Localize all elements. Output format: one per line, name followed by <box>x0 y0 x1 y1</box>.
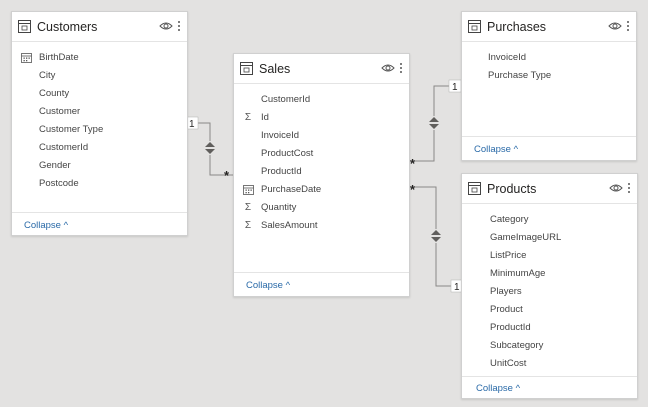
eye-icon[interactable] <box>381 62 395 74</box>
cardinality-many-purchases-sales: * <box>410 156 416 171</box>
collapse-bar: Collapse ^ <box>12 212 187 237</box>
field-label: Product <box>490 303 523 315</box>
table-title: Products <box>487 181 537 196</box>
purchases-table-header[interactable]: Purchases <box>462 12 636 42</box>
collapse-button[interactable]: Collapse ^ <box>246 280 290 291</box>
calendar-icon <box>20 51 32 63</box>
products-table-header[interactable]: Products <box>462 174 637 204</box>
field-label: Category <box>490 213 529 225</box>
field-postcode[interactable]: Postcode <box>39 175 79 191</box>
field-salesamount[interactable]: Σ SalesAmount <box>242 217 318 233</box>
table-icon <box>468 182 481 195</box>
more-options-icon[interactable] <box>627 182 631 194</box>
table-title: Purchases <box>487 19 547 34</box>
customers-table-card[interactable]: Customers BirthDate City County Customer… <box>11 11 188 236</box>
field-id[interactable]: Σ Id <box>242 109 269 125</box>
sigma-icon: Σ <box>244 219 252 231</box>
field-label: ListPrice <box>490 249 527 261</box>
collapse-button[interactable]: Collapse ^ <box>24 220 68 231</box>
table-icon <box>468 20 481 33</box>
field-label: GameImageURL <box>490 231 562 243</box>
field-label: BirthDate <box>39 51 79 63</box>
field-label: MinimumAge <box>490 267 546 279</box>
table-icon <box>240 62 253 75</box>
field-customerid[interactable]: CustomerId <box>261 91 310 107</box>
collapse-bar: Collapse ^ <box>234 272 409 298</box>
field-label: UnitCost <box>490 357 527 369</box>
field-label: InvoiceId <box>488 51 527 63</box>
field-label: SalesAmount <box>261 219 318 231</box>
field-invoiceid[interactable]: InvoiceId <box>488 49 526 65</box>
field-label: ProductId <box>490 321 531 333</box>
table-icon <box>18 20 31 33</box>
field-customer[interactable]: Customer <box>39 103 80 119</box>
field-label: Postcode <box>39 177 79 189</box>
field-label: CustomerId <box>261 93 311 105</box>
more-options-icon[interactable] <box>626 20 630 32</box>
table-title: Customers <box>37 19 98 34</box>
products-table-card[interactable]: Products Category GameImageURL ListPrice… <box>461 173 638 399</box>
field-unitcost[interactable]: UnitCost <box>490 355 526 371</box>
cardinality-many-products-sales: * <box>410 182 416 197</box>
field-productid[interactable]: ProductId <box>490 319 531 335</box>
field-label: PurchaseDate <box>261 183 322 195</box>
field-label: Id <box>261 111 269 123</box>
collapse-button[interactable]: Collapse ^ <box>476 383 520 394</box>
field-label: County <box>39 87 70 99</box>
cardinality-one-customers: 1 <box>189 119 195 130</box>
collapse-button[interactable]: Collapse ^ <box>474 144 518 155</box>
field-product[interactable]: Product <box>490 301 523 317</box>
eye-icon[interactable] <box>609 182 623 194</box>
field-label: Customer Type <box>39 123 104 135</box>
field-city[interactable]: City <box>39 67 55 83</box>
table-title: Sales <box>259 61 291 76</box>
field-label: Quantity <box>261 201 297 213</box>
field-gender[interactable]: Gender <box>39 157 71 173</box>
field-label: InvoiceId <box>261 129 300 141</box>
field-label: Purchase Type <box>488 69 552 81</box>
sigma-icon: Σ <box>244 111 252 123</box>
field-purchase-type[interactable]: Purchase Type <box>488 67 551 83</box>
collapse-bar: Collapse ^ <box>462 376 637 400</box>
more-options-icon[interactable] <box>399 62 403 74</box>
field-productcost[interactable]: ProductCost <box>261 145 313 161</box>
field-label: Players <box>490 285 522 297</box>
eye-icon[interactable] <box>159 20 173 32</box>
field-county[interactable]: County <box>39 85 69 101</box>
field-label: ProductCost <box>261 147 314 159</box>
field-invoiceid[interactable]: InvoiceId <box>261 127 299 143</box>
collapse-bar: Collapse ^ <box>462 136 636 162</box>
field-players[interactable]: Players <box>490 283 522 299</box>
sales-table-header[interactable]: Sales <box>234 54 409 84</box>
field-minimumage[interactable]: MinimumAge <box>490 265 545 281</box>
customers-table-header[interactable]: Customers <box>12 12 187 42</box>
field-label: CustomerId <box>39 141 89 153</box>
cardinality-one-purchases: 1 <box>452 82 458 93</box>
sales-table-card[interactable]: Sales CustomerId Σ Id InvoiceId ProductC… <box>233 53 410 297</box>
field-subcategory[interactable]: Subcategory <box>490 337 543 353</box>
field-quantity[interactable]: Σ Quantity <box>242 199 296 215</box>
more-options-icon[interactable] <box>177 20 181 32</box>
field-customerid[interactable]: CustomerId <box>39 139 88 155</box>
sigma-icon: Σ <box>244 201 252 213</box>
field-label: Gender <box>39 159 71 171</box>
field-gameimageurl[interactable]: GameImageURL <box>490 229 561 245</box>
field-label: City <box>39 69 56 81</box>
eye-icon[interactable] <box>608 20 622 32</box>
purchases-table-card[interactable]: Purchases InvoiceId Purchase Type Collap… <box>461 11 637 161</box>
field-label: ProductId <box>261 165 302 177</box>
field-birthdate[interactable]: BirthDate <box>20 49 79 65</box>
field-customer-type[interactable]: Customer Type <box>39 121 103 137</box>
field-label: Subcategory <box>490 339 544 351</box>
field-purchasedate[interactable]: PurchaseDate <box>242 181 321 197</box>
calendar-icon <box>242 183 254 195</box>
field-category[interactable]: Category <box>490 211 529 227</box>
cardinality-one-products: 1 <box>454 282 460 293</box>
field-listprice[interactable]: ListPrice <box>490 247 526 263</box>
field-label: Customer <box>39 105 81 117</box>
field-productid[interactable]: ProductId <box>261 163 302 179</box>
